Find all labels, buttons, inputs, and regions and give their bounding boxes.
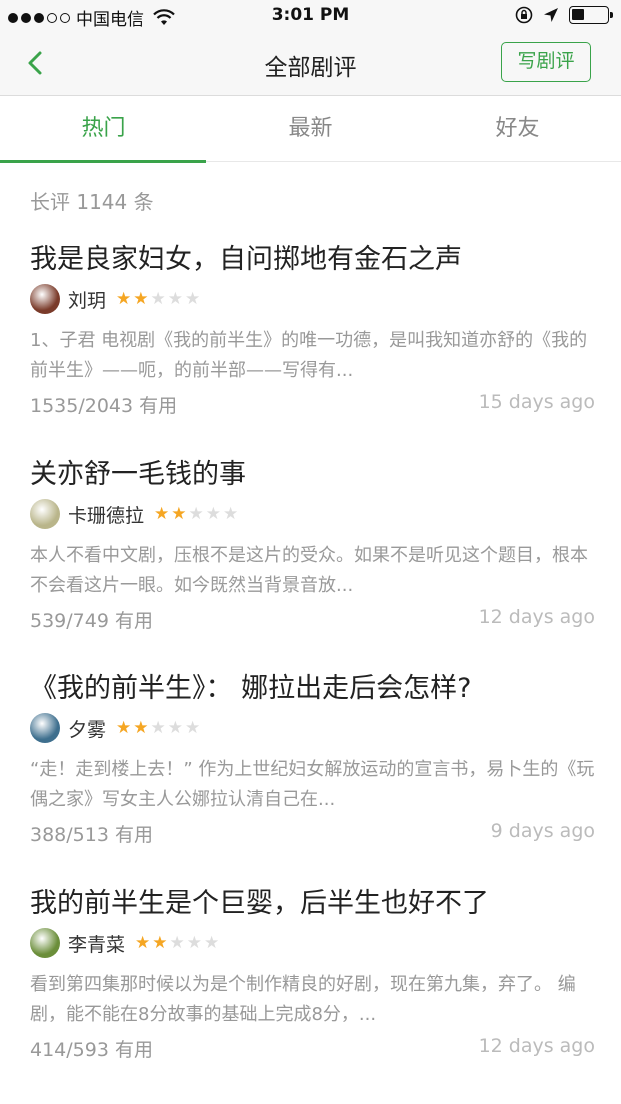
review-title[interactable]: 《我的前半生》： 娜拉出走后会怎样? bbox=[30, 671, 595, 707]
review-meta: 539/749 有用 12 days ago bbox=[30, 606, 595, 633]
star-icon: ★ bbox=[116, 288, 132, 309]
useful-count: 1535/2043 有用 bbox=[30, 395, 178, 417]
review-snippet[interactable]: 看到第四集那时候以为是个制作精良的好剧，现在第九集，弃了。 编剧，能不能在8分故… bbox=[30, 970, 595, 1030]
review-title[interactable]: 我的前半生是个巨婴，后半生也好不了 bbox=[30, 886, 595, 922]
review-time: 9 days ago bbox=[490, 820, 595, 842]
author-name[interactable]: 夕雾 bbox=[68, 715, 106, 742]
star-icon: ★ bbox=[223, 503, 239, 524]
star-rating: ★ ★ ★ ★ ★ bbox=[154, 503, 239, 524]
review-title[interactable]: 我是良家妇女，自问掷地有金石之声 bbox=[30, 242, 595, 278]
review-time: 12 days ago bbox=[478, 1035, 595, 1057]
star-icon: ★ bbox=[150, 717, 166, 738]
review-count: 长评 1144 条 bbox=[30, 190, 154, 214]
review-author: 李青菜 ★ ★ ★ ★ ★ bbox=[30, 928, 595, 958]
star-icon: ★ bbox=[133, 717, 149, 738]
star-icon: ★ bbox=[152, 932, 168, 953]
battery-icon bbox=[569, 6, 613, 24]
star-rating: ★ ★ ★ ★ ★ bbox=[116, 288, 201, 309]
star-icon: ★ bbox=[167, 288, 184, 309]
review-title[interactable]: 关亦舒一毛钱的事 bbox=[30, 457, 595, 493]
battery-level bbox=[572, 9, 584, 20]
star-icon: ★ bbox=[185, 717, 201, 738]
review-meta: 1535/2043 有用 15 days ago bbox=[30, 391, 595, 418]
avatar[interactable] bbox=[30, 499, 60, 529]
tab-friends[interactable]: 好友 bbox=[414, 97, 621, 162]
star-icon: ★ bbox=[135, 932, 151, 953]
star-icon: ★ bbox=[167, 717, 184, 738]
review-time: 12 days ago bbox=[478, 606, 595, 628]
avatar[interactable] bbox=[30, 713, 60, 743]
orientation-lock-icon bbox=[515, 6, 533, 24]
review-snippet[interactable]: 本人不看中文剧，压根不是这片的受众。如果不是听见这个题目，根本不会看这片一眼。如… bbox=[30, 541, 595, 601]
tab-bar: 热门 最新 好友 bbox=[0, 97, 621, 163]
review-snippet[interactable]: 1、子君 电视剧《我的前半生》的唯一功德，是叫我知道亦舒的《我的前半生》——呃，… bbox=[30, 326, 595, 386]
star-icon: ★ bbox=[150, 288, 166, 309]
author-name[interactable]: 李青菜 bbox=[68, 930, 125, 957]
location-arrow-icon bbox=[544, 8, 558, 22]
star-icon: ★ bbox=[116, 717, 132, 738]
star-rating: ★ ★ ★ ★ ★ bbox=[135, 932, 220, 953]
star-icon: ★ bbox=[185, 288, 201, 309]
star-icon: ★ bbox=[133, 288, 149, 309]
status-right bbox=[515, 6, 613, 24]
useful-count: 388/513 有用 bbox=[30, 824, 153, 846]
navigation-bar: 全部剧评 写剧评 bbox=[0, 32, 621, 96]
status-bar: 中国电信 3:01 PM bbox=[0, 0, 621, 32]
review-time: 15 days ago bbox=[478, 391, 595, 413]
star-icon: ★ bbox=[204, 932, 220, 953]
review-author: 卡珊德拉 ★ ★ ★ ★ ★ bbox=[30, 499, 595, 529]
star-icon: ★ bbox=[171, 503, 187, 524]
star-rating: ★ ★ ★ ★ ★ bbox=[116, 717, 201, 738]
write-review-button[interactable]: 写剧评 bbox=[501, 42, 591, 82]
author-name[interactable]: 卡珊德拉 bbox=[68, 501, 144, 528]
review-snippet[interactable]: “走！走到楼上去！” 作为上世纪妇女解放运动的宣言书，易卜生的《玩偶之家》写女主… bbox=[30, 755, 595, 815]
review-card[interactable]: 我是良家妇女，自问掷地有金石之声 刘玥 ★ ★ ★ ★ ★ 1、子君 电视剧《我的前半生… bbox=[30, 242, 595, 418]
star-icon: ★ bbox=[169, 932, 185, 953]
review-meta: 388/513 有用 9 days ago bbox=[30, 820, 595, 847]
review-author: 夕雾 ★ ★ ★ ★ ★ bbox=[30, 713, 595, 743]
review-card[interactable]: 我的前半生是个巨婴，后半生也好不了 李青菜 ★ ★ ★ ★ ★ 看到第四集那时候以为是个… bbox=[30, 886, 595, 1062]
avatar[interactable] bbox=[30, 284, 60, 314]
star-icon: ★ bbox=[188, 503, 204, 524]
review-meta: 414/593 有用 12 days ago bbox=[30, 1035, 595, 1062]
star-icon: ★ bbox=[186, 932, 203, 953]
review-card[interactable]: 《我的前半生》： 娜拉出走后会怎样? 夕雾 ★ ★ ★ ★ ★ “走！走到楼上去！” 作… bbox=[30, 671, 595, 847]
review-author: 刘玥 ★ ★ ★ ★ ★ bbox=[30, 284, 595, 314]
review-card[interactable]: 关亦舒一毛钱的事 卡珊德拉 ★ ★ ★ ★ ★ 本人不看中文剧，压根不是这片的受众。如果… bbox=[30, 457, 595, 633]
useful-count: 414/593 有用 bbox=[30, 1039, 153, 1061]
avatar[interactable] bbox=[30, 928, 60, 958]
star-icon: ★ bbox=[205, 503, 222, 524]
star-icon: ★ bbox=[154, 503, 170, 524]
author-name[interactable]: 刘玥 bbox=[68, 286, 106, 313]
tab-latest[interactable]: 最新 bbox=[207, 97, 414, 162]
useful-count: 539/749 有用 bbox=[30, 610, 153, 632]
tab-hot[interactable]: 热门 bbox=[0, 97, 207, 163]
